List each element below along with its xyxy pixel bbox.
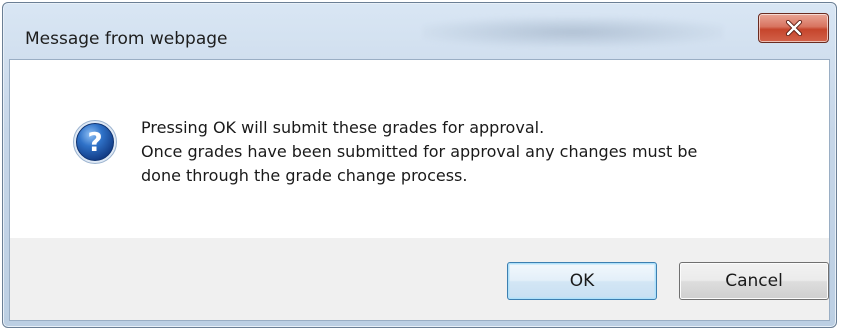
message-line: done through the grade change process. [141, 166, 468, 185]
svg-text:?: ? [87, 128, 102, 158]
question-icon: ? [73, 120, 117, 164]
cancel-button[interactable]: Cancel [679, 262, 829, 300]
dialog-window: Message from webpage ? Pressing OK will … [2, 2, 837, 328]
message-text: Pressing OK will submit these grades for… [141, 116, 791, 188]
message-line: Pressing OK will submit these grades for… [141, 118, 545, 137]
message-line: Once grades have been submitted for appr… [141, 142, 698, 161]
dialog-title: Message from webpage [25, 29, 228, 49]
close-button[interactable] [758, 13, 829, 43]
message-area: ? Pressing OK will submit these grades f… [10, 60, 829, 238]
title-bar[interactable]: Message from webpage [3, 3, 836, 59]
ok-button[interactable]: OK [507, 262, 657, 300]
background-tab-blur [423, 17, 723, 47]
close-icon [785, 20, 803, 36]
dialog-content: ? Pressing OK will submit these grades f… [9, 59, 830, 321]
